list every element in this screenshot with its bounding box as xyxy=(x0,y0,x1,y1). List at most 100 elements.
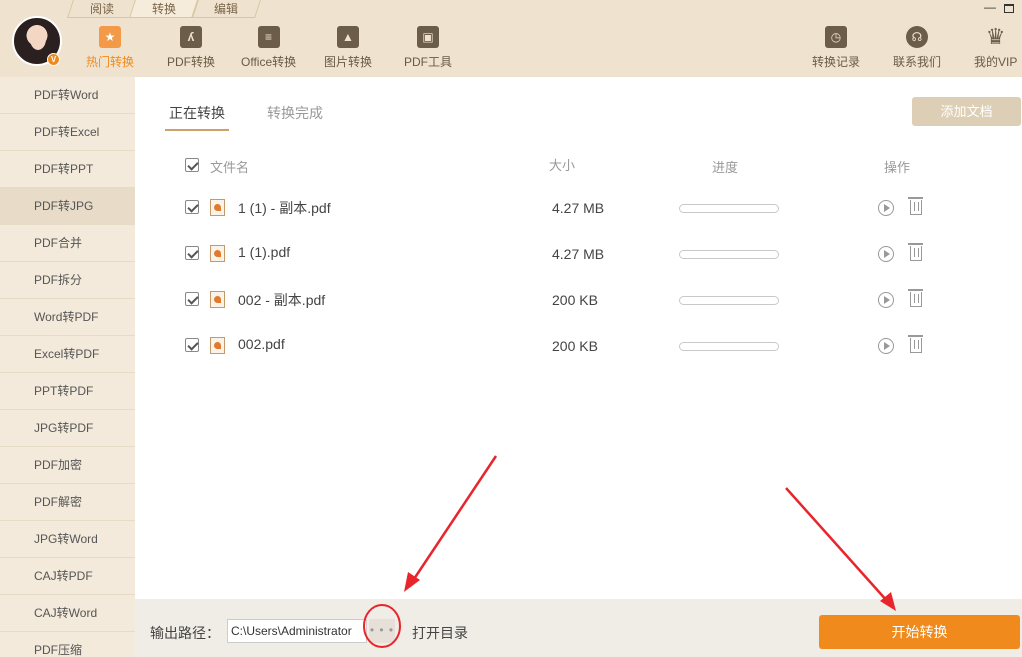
trash-icon[interactable] xyxy=(908,243,923,261)
tool-contact[interactable]: ☊ 联系我们 xyxy=(893,26,941,70)
sidebar-item-excel-to-pdf[interactable]: Excel转PDF xyxy=(0,336,135,373)
tab-convert[interactable]: 转换 xyxy=(132,0,196,18)
output-path-label: 输出路径： xyxy=(150,625,220,641)
sidebar-item-jpg-to-pdf[interactable]: JPG转PDF xyxy=(0,410,135,447)
sidebar-item-pdf-encrypt[interactable]: PDF加密 xyxy=(0,447,135,484)
file-size: 4.27 MB xyxy=(552,246,605,262)
select-all-checkbox[interactable] xyxy=(185,158,199,172)
tab-read[interactable]: 阅读 xyxy=(70,0,134,18)
header-progress: 进度 xyxy=(712,160,739,175)
sidebar-item-pdf-to-ppt[interactable]: PDF转PPT xyxy=(0,151,135,188)
pdf-file-icon xyxy=(210,245,225,262)
row-checkbox[interactable] xyxy=(185,292,199,306)
tool-label: 图片转换 xyxy=(324,55,373,69)
header-size: 大小 xyxy=(549,158,576,173)
pdf-file-icon xyxy=(210,337,225,354)
file-name: 002 - 副本.pdf xyxy=(238,292,326,308)
bottom-bar: 输出路径： C:\Users\Administrator • • • 打开目录 … xyxy=(135,599,1022,657)
window-controls: — xyxy=(984,1,1014,14)
progress-bar xyxy=(679,204,779,213)
browse-button[interactable]: • • • xyxy=(369,619,395,643)
tool-my-vip[interactable]: ♛ 我的VIP xyxy=(974,26,1017,70)
tool-label: 联系我们 xyxy=(893,55,942,69)
tool-label: PDF工具 xyxy=(404,55,453,69)
clock-icon: ◷ xyxy=(825,26,847,48)
tab-converting[interactable]: 正在转换 xyxy=(165,103,229,131)
file-name: 1 (1).pdf xyxy=(238,244,291,260)
sidebar-item-caj-to-pdf[interactable]: CAJ转PDF xyxy=(0,558,135,595)
progress-bar xyxy=(679,296,779,305)
image-icon: ▲ xyxy=(337,26,359,48)
status-tabs: 正在转换 转换完成 xyxy=(165,103,327,131)
open-directory-link[interactable]: 打开目录 xyxy=(412,623,468,643)
table-row: 1 (1) - 副本.pdf 4.27 MB xyxy=(185,194,985,222)
row-checkbox[interactable] xyxy=(185,338,199,352)
sidebar-item-caj-to-word[interactable]: CAJ转Word xyxy=(0,595,135,632)
crown-icon: ♛ xyxy=(985,24,1006,49)
pdf-file-icon xyxy=(210,291,225,308)
sidebar-item-pdf-merge[interactable]: PDF合并 xyxy=(0,225,135,262)
file-size: 200 KB xyxy=(552,292,598,308)
row-checkbox[interactable] xyxy=(185,246,199,260)
start-convert-button[interactable]: 开始转换 xyxy=(819,615,1020,649)
tab-edit[interactable]: 编辑 xyxy=(194,0,258,18)
add-document-button[interactable]: 添加文档 xyxy=(912,97,1021,126)
output-path-input[interactable]: C:\Users\Administrator xyxy=(227,619,367,643)
mode-tabs: 阅读 转换 编辑 xyxy=(70,0,256,18)
row-checkbox[interactable] xyxy=(185,200,199,214)
tool-label: Office转换 xyxy=(241,55,297,69)
office-doc-icon: ≡ xyxy=(257,26,280,48)
sidebar-item-pdf-compress[interactable]: PDF压缩 xyxy=(0,632,135,657)
minimize-button[interactable]: — xyxy=(984,1,996,14)
sidebar-item-pdf-to-jpg[interactable]: PDF转JPG xyxy=(0,188,135,225)
play-icon[interactable] xyxy=(878,200,894,216)
tool-label: 转换记录 xyxy=(812,55,861,69)
sidebar-item-pdf-split[interactable]: PDF拆分 xyxy=(0,262,135,299)
vip-badge: V xyxy=(47,53,60,66)
tool-hot-convert[interactable]: ★ 热门转换 xyxy=(86,26,134,70)
tool-image-convert[interactable]: ▲ 图片转换 xyxy=(324,26,372,70)
avatar-face xyxy=(30,28,46,50)
file-size: 4.27 MB xyxy=(552,200,605,216)
file-name: 1 (1) - 副本.pdf xyxy=(238,200,331,216)
sidebar-item-word-to-pdf[interactable]: Word转PDF xyxy=(0,299,135,336)
table-header: 文件名 大小 进度 操作 xyxy=(185,155,985,175)
file-name: 002.pdf xyxy=(238,336,285,352)
trash-icon[interactable] xyxy=(908,335,923,353)
maximize-button[interactable] xyxy=(1004,4,1014,13)
sidebar-item-pdf-decrypt[interactable]: PDF解密 xyxy=(0,484,135,521)
trash-icon[interactable] xyxy=(908,289,923,307)
pdf-file-icon xyxy=(210,199,225,216)
progress-bar xyxy=(679,250,779,259)
sidebar-item-jpg-to-word[interactable]: JPG转Word xyxy=(0,521,135,558)
main-panel: 正在转换 转换完成 添加文档 文件名 大小 进度 操作 1 (1) - 副本.p… xyxy=(135,77,1022,599)
header-filename: 文件名 xyxy=(210,160,250,175)
table-row: 002 - 副本.pdf 200 KB xyxy=(185,286,985,314)
file-size: 200 KB xyxy=(552,338,598,354)
sidebar-item-ppt-to-pdf[interactable]: PPT转PDF xyxy=(0,373,135,410)
play-icon[interactable] xyxy=(878,292,894,308)
tool-history[interactable]: ◷ 转换记录 xyxy=(812,26,860,70)
tool-label: 我的VIP xyxy=(974,55,1018,69)
tool-label: PDF转换 xyxy=(167,55,216,69)
pdf-icon: ʎ xyxy=(180,26,202,48)
top-header: 阅读 转换 编辑 — V ★ 热门转换 ʎ PDF转换 ≡ Office转换 ▲… xyxy=(0,0,1022,77)
tab-completed[interactable]: 转换完成 xyxy=(263,103,327,131)
tool-label: 热门转换 xyxy=(86,55,135,69)
sidebar: PDF转Word PDF转Excel PDF转PPT PDF转JPG PDF合并… xyxy=(0,77,135,657)
tool-pdf-convert[interactable]: ʎ PDF转换 xyxy=(167,26,215,70)
sidebar-item-pdf-to-excel[interactable]: PDF转Excel xyxy=(0,114,135,151)
table-row: 1 (1).pdf 4.27 MB xyxy=(185,240,985,268)
play-icon[interactable] xyxy=(878,338,894,354)
sidebar-item-pdf-to-word[interactable]: PDF转Word xyxy=(0,77,135,114)
progress-bar xyxy=(679,342,779,351)
tool-pdf-tools[interactable]: ▣ PDF工具 xyxy=(404,26,452,70)
headset-icon: ☊ xyxy=(906,26,928,48)
toolbox-icon: ▣ xyxy=(417,26,439,48)
header-action: 操作 xyxy=(884,160,911,175)
table-row: 002.pdf 200 KB xyxy=(185,332,985,360)
trash-icon[interactable] xyxy=(908,197,923,215)
play-icon[interactable] xyxy=(878,246,894,262)
star-icon: ★ xyxy=(99,26,121,48)
tool-office-convert[interactable]: ≡ Office转换 xyxy=(241,26,296,70)
